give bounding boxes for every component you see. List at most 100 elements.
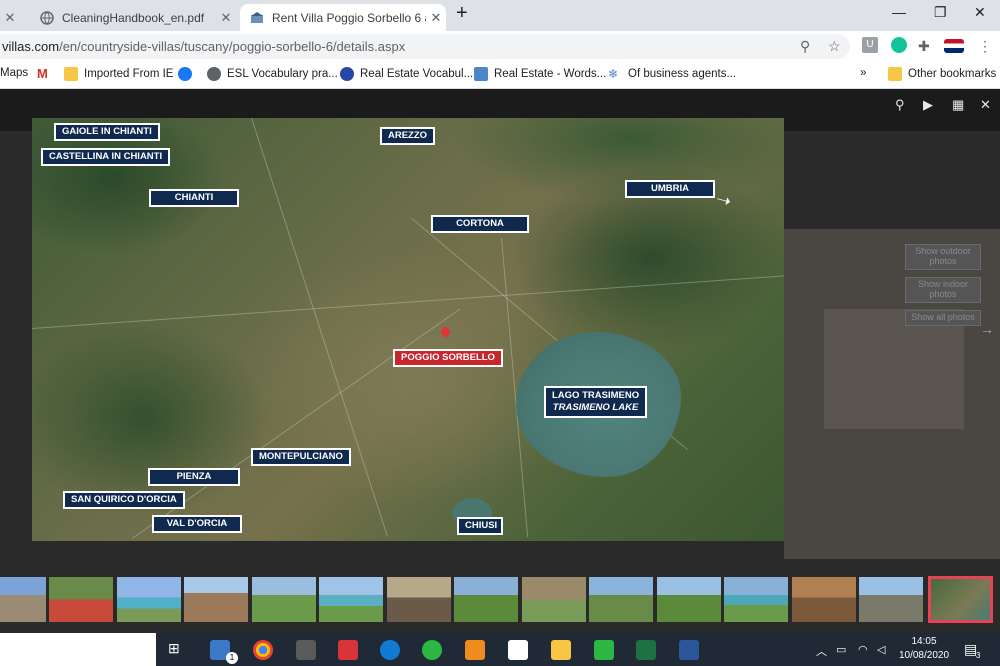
thumbnail[interactable] <box>724 577 788 622</box>
close-icon[interactable]: ✕ <box>0 10 20 26</box>
facebook-icon <box>178 67 192 81</box>
taskbar: ⊞ 1 ︿ ▭ ◠ ◁ 14:05 10/08/2020 ▤ 3 <box>0 633 1000 666</box>
label-chianti: CHIANTI <box>149 189 239 207</box>
app-icon[interactable] <box>465 640 485 660</box>
show-indoor-photos-button[interactable]: Show indoor photos <box>905 277 981 303</box>
label-poggio-sorbello: POGGIO SORBELLO <box>393 349 503 367</box>
search-icon[interactable]: ⚲ <box>895 97 905 113</box>
taskbar-search[interactable] <box>0 633 156 666</box>
bookmark-esl-vocabulary[interactable]: ESL Vocabulary pra... <box>207 67 338 81</box>
label-montepulciano: MONTEPULCIANO <box>251 448 351 466</box>
label-lago-trasimeno: LAGO TRASIMENO TRASIMENO LAKE <box>544 386 648 418</box>
tab-rent-villa[interactable]: Rent Villa Poggio Sorbello 6 at C ✕ <box>240 4 446 31</box>
globe-icon <box>40 10 54 25</box>
zoom-icon[interactable]: ⚲ <box>800 38 810 55</box>
address-bar[interactable]: villas.com/en/countryside-villas/tuscany… <box>0 34 850 59</box>
thumbnail[interactable] <box>657 577 721 622</box>
url-host: villas.com <box>2 39 60 54</box>
thumbnail[interactable] <box>252 577 316 622</box>
file-explorer-icon[interactable] <box>551 640 571 660</box>
thumbnail[interactable] <box>387 577 451 622</box>
thumbnail[interactable] <box>49 577 113 622</box>
url-path: /en/countryside-villas/tuscany/poggio-so… <box>59 39 406 54</box>
thumbnail[interactable] <box>0 577 46 622</box>
battery-icon[interactable]: ▭ <box>836 643 846 656</box>
task-view-icon[interactable]: ⊞ <box>168 640 188 660</box>
location-pin-icon <box>439 325 452 338</box>
menu-dots-icon[interactable]: ⋮ <box>978 38 992 55</box>
bookmark-other-bookmarks[interactable]: Other bookmarks <box>888 67 996 81</box>
edge-icon[interactable] <box>380 640 400 660</box>
thumbnail[interactable] <box>454 577 518 622</box>
thumbnail[interactable] <box>859 577 923 622</box>
grid-icon[interactable]: ▦ <box>952 97 964 113</box>
label-arezzo: AREZZO <box>380 127 436 145</box>
new-tab-button[interactable]: + <box>456 2 468 25</box>
bookmark-imported-from-ie[interactable]: Imported From IE <box>64 67 173 81</box>
gift-icon[interactable] <box>338 640 358 660</box>
bookmarks-bar: Maps M Imported From IE ESL Vocabulary p… <box>0 61 1000 89</box>
page-content: ⚲ ▶ ▦ ✕ Show outdoor photos Show indoor … <box>0 89 1000 633</box>
close-icon[interactable]: ✕ <box>216 10 236 26</box>
show-all-photos-button[interactable]: Show all photos <box>905 310 981 326</box>
clock[interactable]: 14:05 10/08/2020 <box>894 635 954 663</box>
tab-title: CleaningHandbook_en.pdf <box>62 10 205 25</box>
label-chiusi: CHIUSI <box>457 517 503 535</box>
thumbnail[interactable] <box>589 577 653 622</box>
close-window-button[interactable]: ✕ <box>974 4 986 21</box>
thumbnail[interactable] <box>319 577 383 622</box>
area-map: GAIOLE IN CHIANTI CASTELLINA IN CHIANTI … <box>32 118 784 541</box>
excel-icon[interactable] <box>636 640 656 660</box>
label-cortona: CORTONA <box>431 215 529 233</box>
folder-icon <box>888 67 902 81</box>
close-icon[interactable]: ✕ <box>980 97 991 113</box>
extension-u-icon[interactable]: U <box>862 37 878 53</box>
tab-cleaning-handbook[interactable]: CleaningHandbook_en.pdf ✕ <box>30 4 236 31</box>
bookmark-real-estate-vocabulary[interactable]: Real Estate Vocabul... <box>340 67 473 81</box>
label-san-quirico: SAN QUIRICO D'ORCIA <box>63 491 185 509</box>
grammarly-icon[interactable] <box>891 37 907 53</box>
mail-badge: 1 <box>226 652 238 664</box>
bookmark-facebook[interactable] <box>178 67 198 81</box>
star-icon[interactable]: ☆ <box>828 38 841 55</box>
show-outdoor-photos-button[interactable]: Show outdoor photos <box>905 244 981 270</box>
bookmark-gmail[interactable]: M <box>37 67 57 81</box>
thumbnail[interactable] <box>522 577 586 622</box>
toolbar: villas.com/en/countryside-villas/tuscany… <box>0 31 1000 61</box>
globe-icon <box>207 67 221 81</box>
volume-icon[interactable]: ◁ <box>877 643 885 656</box>
notifications-badge: 3 <box>976 651 981 660</box>
chrome-icon[interactable] <box>253 640 273 660</box>
store-icon[interactable] <box>296 640 316 660</box>
chevron-up-icon[interactable]: ︿ <box>816 643 827 659</box>
play-icon[interactable]: ▶ <box>923 97 933 113</box>
restore-button[interactable]: ❐ <box>934 4 947 21</box>
profile-avatar-icon[interactable] <box>944 39 964 53</box>
w-icon <box>474 67 488 81</box>
label-val-dorcia: VAL D'ORCIA <box>152 515 242 533</box>
wifi-icon[interactable]: ◠ <box>858 643 868 656</box>
gmail-icon: M <box>37 66 48 81</box>
q-icon <box>340 67 354 81</box>
word-icon[interactable] <box>679 640 699 660</box>
bookmark-of-business-agents[interactable]: ❄ Of business agents... <box>608 67 736 81</box>
whatsapp-icon[interactable] <box>422 640 442 660</box>
tab-title: Rent Villa Poggio Sorbello 6 at C <box>272 10 426 25</box>
thumbnail[interactable] <box>184 577 248 622</box>
close-icon[interactable]: ✕ <box>426 10 446 26</box>
bookmarks-overflow-icon[interactable]: » <box>860 67 866 79</box>
tab-pinned[interactable]: ✕ <box>0 4 30 31</box>
extensions-puzzle-icon[interactable]: ✚ <box>918 38 930 55</box>
app-icon[interactable] <box>508 640 528 660</box>
minimize-button[interactable]: — <box>892 4 906 20</box>
label-pienza: PIENZA <box>148 468 240 486</box>
bookmark-maps[interactable]: Maps <box>0 67 28 79</box>
bookmark-real-estate-words[interactable]: Real Estate - Words... <box>474 67 606 81</box>
label-castellina: CASTELLINA IN CHIANTI <box>41 148 171 166</box>
snowflake-icon: ❄ <box>608 67 619 81</box>
thumbnail[interactable] <box>792 577 856 622</box>
app-icon[interactable] <box>594 640 614 660</box>
thumbnail[interactable] <box>117 577 181 622</box>
thumbnail-selected[interactable] <box>928 576 993 623</box>
next-arrow-icon[interactable]: → <box>980 321 994 337</box>
